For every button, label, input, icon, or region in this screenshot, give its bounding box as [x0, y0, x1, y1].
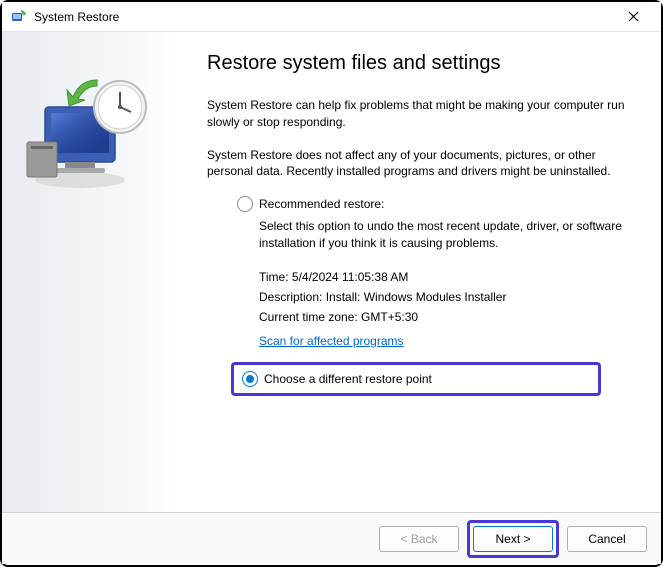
recommended-description: Select this option to undo the most rece… — [259, 218, 631, 252]
system-restore-icon — [10, 9, 26, 25]
restore-details: Time: 5/4/2024 11:05:38 AM Description: … — [259, 270, 631, 324]
cancel-button[interactable]: Cancel — [567, 526, 647, 552]
highlight-next: Next > — [467, 520, 559, 558]
intro-paragraph-2: System Restore does not affect any of yo… — [207, 147, 631, 181]
highlight-different-point: Choose a different restore point — [231, 362, 601, 396]
page-heading: Restore system files and settings — [207, 52, 631, 75]
radio-different[interactable] — [242, 371, 258, 387]
detail-description: Description: Install: Windows Modules In… — [259, 290, 631, 304]
window-title: System Restore — [34, 10, 613, 24]
titlebar: System Restore — [2, 2, 661, 32]
scan-affected-programs-link[interactable]: Scan for affected programs — [259, 334, 404, 348]
restore-options: Recommended restore: Select this option … — [237, 196, 631, 396]
sidebar — [2, 32, 177, 512]
recommended-restore-option[interactable]: Recommended restore: — [237, 196, 631, 212]
radio-recommended[interactable] — [237, 196, 253, 212]
close-button[interactable] — [613, 2, 653, 32]
content-area: Restore system files and settings System… — [2, 32, 661, 512]
detail-time: Time: 5/4/2024 11:05:38 AM — [259, 270, 631, 284]
different-restore-option[interactable]: Choose a different restore point — [242, 371, 590, 387]
intro-paragraph-1: System Restore can help fix problems tha… — [207, 97, 631, 131]
recommended-label: Recommended restore: — [259, 197, 384, 211]
detail-timezone: Current time zone: GMT+5:30 — [259, 310, 631, 324]
restore-illustration — [25, 72, 155, 195]
back-button: < Back — [379, 526, 459, 552]
footer: < Back Next > Cancel — [2, 512, 661, 564]
main-content: Restore system files and settings System… — [177, 32, 661, 512]
different-label: Choose a different restore point — [264, 372, 432, 386]
next-button[interactable]: Next > — [473, 526, 553, 552]
